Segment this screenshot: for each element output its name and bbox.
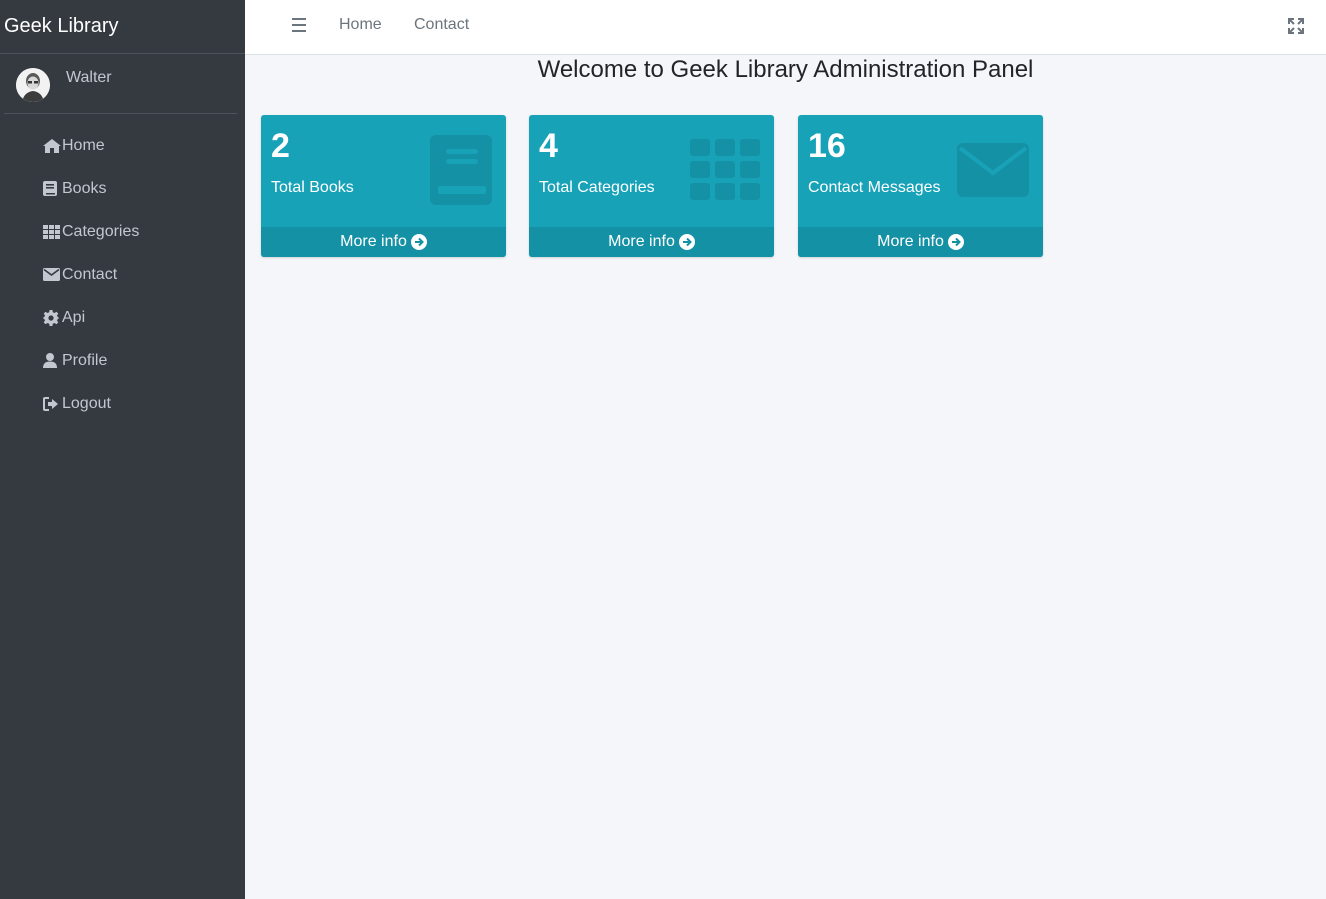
stat-card-contact-messages: 16 Contact Messages More info xyxy=(798,115,1043,257)
card-label: Contact Messages xyxy=(808,179,941,196)
sidebar-item-label: Contact xyxy=(62,265,118,283)
sidebar: Geek Library Walter Home Books Categorie… xyxy=(0,0,245,899)
menu-toggle-icon[interactable] xyxy=(292,18,306,32)
top-navbar: Home Contact xyxy=(245,0,1326,55)
book-icon xyxy=(430,133,492,210)
avatar[interactable] xyxy=(16,68,50,102)
sidebar-item-label: Profile xyxy=(62,351,108,369)
page-title: Welcome to Geek Library Administration P… xyxy=(537,56,1034,83)
user-icon xyxy=(43,353,62,369)
sidebar-item-home[interactable]: Home xyxy=(0,124,245,167)
card-label: Total Categories xyxy=(539,179,655,196)
nav-link-contact[interactable]: Contact xyxy=(414,16,469,34)
grid-icon xyxy=(690,139,760,206)
sidebar-item-label: Categories xyxy=(62,222,140,240)
card-value: 4 xyxy=(539,127,558,165)
sidebar-item-categories[interactable]: Categories xyxy=(0,210,245,253)
card-value: 16 xyxy=(808,127,846,165)
envelope-icon xyxy=(957,143,1029,202)
more-info-books-link[interactable]: More info xyxy=(261,227,506,257)
home-icon xyxy=(43,138,62,154)
card-value: 2 xyxy=(271,127,290,165)
more-info-contact-link[interactable]: More info xyxy=(798,227,1043,257)
user-panel: Walter xyxy=(4,55,237,114)
envelope-icon xyxy=(43,267,62,283)
sidebar-nav: Home Books Categories Contact Api Profil… xyxy=(0,124,245,425)
user-name[interactable]: Walter xyxy=(66,69,112,87)
more-info-label: More info xyxy=(340,233,407,250)
stat-card-categories: 4 Total Categories More info xyxy=(529,115,774,257)
sidebar-item-label: Books xyxy=(62,179,107,197)
grid-icon xyxy=(43,224,62,240)
stat-card-books: 2 Total Books More info xyxy=(261,115,506,257)
logout-icon xyxy=(43,396,62,412)
more-info-label: More info xyxy=(877,233,944,250)
sidebar-item-label: Api xyxy=(62,308,86,326)
more-info-categories-link[interactable]: More info xyxy=(529,227,774,257)
sidebar-item-logout[interactable]: Logout xyxy=(0,382,245,425)
sidebar-item-api[interactable]: Api xyxy=(0,296,245,339)
sidebar-item-label: Logout xyxy=(62,394,111,412)
arrow-circle-right-icon xyxy=(947,234,964,250)
arrow-circle-right-icon xyxy=(410,234,427,250)
book-icon xyxy=(43,181,62,197)
card-label: Total Books xyxy=(271,179,354,196)
fullscreen-icon[interactable] xyxy=(1288,18,1304,34)
more-info-label: More info xyxy=(608,233,675,250)
sidebar-item-profile[interactable]: Profile xyxy=(0,339,245,382)
brand-link[interactable]: Geek Library xyxy=(0,0,245,54)
sidebar-item-label: Home xyxy=(62,136,105,154)
sidebar-item-books[interactable]: Books xyxy=(0,167,245,210)
gear-icon xyxy=(43,309,62,326)
arrow-circle-right-icon xyxy=(678,234,695,250)
nav-link-home[interactable]: Home xyxy=(339,16,382,34)
sidebar-item-contact[interactable]: Contact xyxy=(0,253,245,296)
